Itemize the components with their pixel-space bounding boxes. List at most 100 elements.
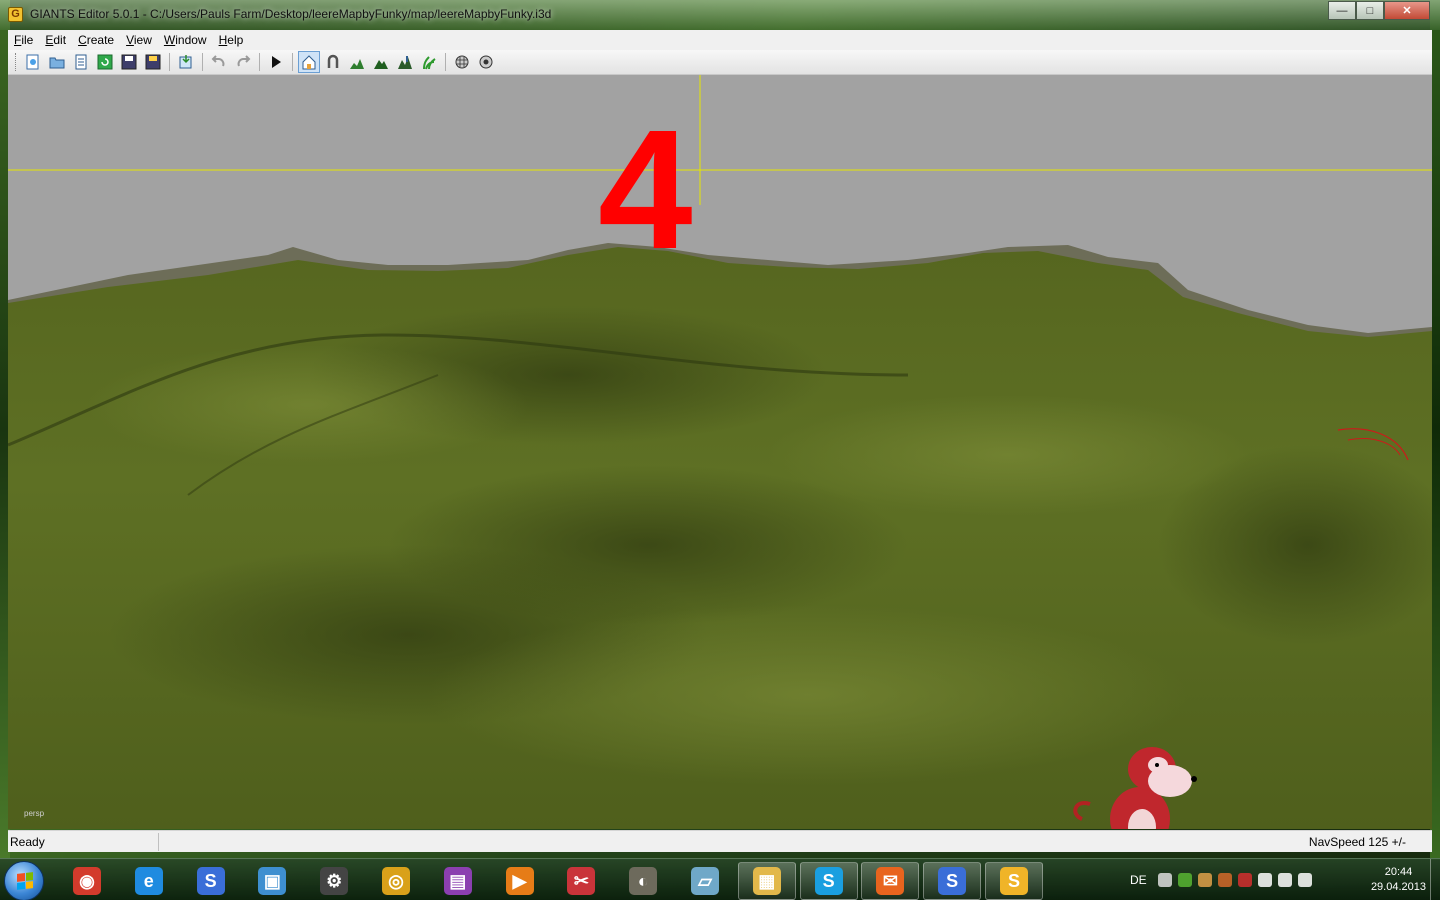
terrain-scene[interactable] [8, 75, 1432, 829]
show-desktop-button[interactable] [1430, 859, 1440, 900]
clock-date: 29.04.2013 [1370, 881, 1426, 893]
file-explorer-icon: ▦ [752, 867, 781, 895]
play-icon[interactable] [265, 51, 287, 73]
minimize-button[interactable]: — [1328, 1, 1356, 20]
menu-file[interactable]: File [8, 33, 39, 47]
menu-create[interactable]: Create [72, 33, 120, 47]
show-hidden-icon[interactable] [1158, 873, 1172, 887]
taskbar-app-button[interactable]: ▤ [429, 862, 487, 900]
gimp-icon: ◐ [629, 867, 658, 895]
menu-view[interactable]: View [120, 33, 158, 47]
menu-file-label: ile [21, 33, 34, 47]
toolbar-separator [292, 53, 293, 71]
move-icon[interactable] [322, 51, 344, 73]
nav-speed-indicator: NavSpeed 125 +/- [1308, 835, 1406, 849]
taskbar-app-button[interactable]: ✂ [552, 862, 610, 900]
grid-icon[interactable] [451, 51, 473, 73]
taskbar-app-button[interactable]: ✉ [861, 862, 920, 900]
toolbar-separator [202, 53, 203, 71]
new-scene-icon[interactable] [22, 51, 44, 73]
taskbar-app-button[interactable]: S [182, 862, 240, 900]
close-button[interactable]: ✕ [1384, 1, 1430, 20]
taskbar-app-button[interactable]: ▦ [737, 862, 796, 900]
redo-icon[interactable] [232, 51, 254, 73]
3d-viewport[interactable]: 4 persp [8, 75, 1432, 829]
taskbar-app-button[interactable]: ◐ [614, 862, 672, 900]
giants-editor-icon: S [196, 867, 225, 895]
terrain-highlight [88, 345, 528, 465]
import-icon[interactable] [175, 51, 197, 73]
taskbar-app-button[interactable]: ▶ [491, 862, 549, 900]
computer-icon: ▣ [258, 867, 287, 895]
taskbar-app-button[interactable]: ▱ [676, 862, 734, 900]
taskbar-app-button[interactable]: e [120, 862, 178, 900]
toolbar-separator [445, 53, 446, 71]
menu-help-label: elp [227, 33, 244, 47]
window-controls: — □ ✕ [1328, 1, 1430, 20]
app-logo-icon[interactable]: G [8, 7, 23, 22]
status-divider [158, 833, 159, 851]
taskbar-app-button[interactable]: ◎ [367, 862, 425, 900]
foliage-paint-icon[interactable] [418, 51, 440, 73]
menu-view-label: iew [133, 33, 152, 47]
antivirus-icon[interactable] [1238, 873, 1252, 887]
open-icon[interactable] [46, 51, 68, 73]
document-icon[interactable] [70, 51, 92, 73]
start-button[interactable] [4, 861, 44, 900]
menu-window-label: indow [175, 33, 207, 47]
taskbar-app-button[interactable]: S [985, 862, 1043, 900]
taskbar-app-button[interactable]: S [923, 862, 982, 900]
giants-editor-2-icon: S [938, 867, 967, 895]
media-player-icon: ▶ [505, 867, 534, 895]
chrome-icon: ◉ [73, 867, 101, 895]
internet-explorer-icon: e [134, 867, 163, 895]
taskbar-app-button[interactable]: S [799, 862, 858, 900]
windows-logo-icon [17, 872, 33, 890]
settings-gear-icon: ⚙ [320, 867, 349, 895]
terrain-foliage-icon[interactable] [394, 51, 416, 73]
select-icon[interactable] [298, 51, 320, 73]
terrain-paint-icon[interactable] [370, 51, 392, 73]
winrar-icon: ▤ [443, 867, 472, 895]
windows-taskbar: ◉ e S ▣ ⚙ ◎ ▤ ▶ ✂ ◐ ▱ ▦ S ✉ S S DE 20:44 29.04.2013 [0, 858, 1440, 900]
taskbar-app-button[interactable]: ⚙ [305, 862, 363, 900]
snipping-tool-icon: ✂ [567, 867, 596, 895]
main-toolbar [8, 50, 1432, 75]
touch-icon[interactable] [1198, 873, 1212, 887]
mail-icon: ✉ [876, 867, 905, 895]
giants-editor-active-icon: S [1000, 867, 1028, 895]
snap-icon[interactable] [475, 51, 497, 73]
menu-view-mnemonic: V [126, 33, 134, 47]
undo-icon[interactable] [208, 51, 230, 73]
evernote-icon[interactable] [1178, 873, 1192, 887]
menu-edit-label: dit [53, 33, 67, 47]
status-message: Ready [10, 835, 45, 849]
printer-icon[interactable] [1218, 873, 1232, 887]
language-indicator[interactable]: DE [1130, 873, 1147, 887]
toolbar-grip[interactable] [15, 53, 18, 71]
network-signal-icon[interactable] [1278, 873, 1292, 887]
menu-window-mnemonic: W [163, 33, 176, 47]
taskbar-app-button[interactable]: ▣ [243, 862, 301, 900]
action-center-flag-icon[interactable] [1258, 873, 1272, 887]
save-icon[interactable] [118, 51, 140, 73]
save-as-icon[interactable] [142, 51, 164, 73]
clock-time: 20:44 [1384, 866, 1413, 878]
refresh-icon[interactable] [94, 51, 116, 73]
disc-burner-icon: ◎ [382, 867, 410, 895]
volume-icon[interactable] [1298, 873, 1312, 887]
title-bar[interactable]: G GIANTS Editor 5.0.1 - C:/Users/Pauls F… [0, 0, 1440, 30]
camera-label: persp [24, 809, 45, 818]
menu-edit[interactable]: Edit [39, 33, 72, 47]
clock[interactable]: 20:44 29.04.2013 [1371, 865, 1426, 895]
menu-help-mnemonic: H [218, 33, 228, 47]
menu-window[interactable]: Window [158, 33, 213, 47]
menu-help[interactable]: Help [213, 33, 250, 47]
status-bar: Ready NavSpeed 125 +/- [8, 830, 1432, 852]
taskbar-app-button[interactable]: ◉ [58, 862, 116, 900]
toolbar-separator [259, 53, 260, 71]
maximize-button[interactable]: □ [1356, 1, 1384, 20]
menu-bar: File Edit Create View Window Help [8, 30, 1432, 50]
terrain-sculpt-icon[interactable] [346, 51, 368, 73]
giants-editor-window: G GIANTS Editor 5.0.1 - C:/Users/Pauls F… [0, 0, 1440, 858]
